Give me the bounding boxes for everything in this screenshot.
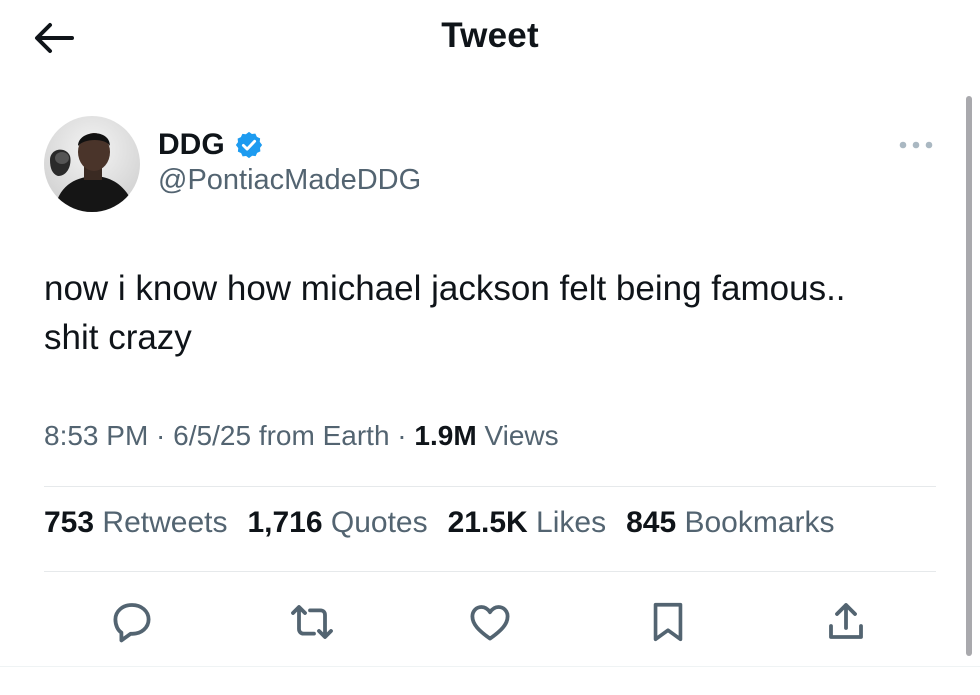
divider xyxy=(44,486,936,487)
author-handle[interactable]: @PontiacMadeDDG xyxy=(158,164,421,197)
bottom-divider xyxy=(0,666,980,667)
bookmarks-stat[interactable]: 845 Bookmarks xyxy=(626,506,834,540)
tweet-source: from Earth xyxy=(258,420,390,451)
top-bar: Tweet xyxy=(0,0,980,80)
stat-count: 1,716 xyxy=(247,506,323,539)
reply-button[interactable] xyxy=(104,594,160,650)
stat-count: 21.5K xyxy=(447,506,528,539)
views-label: Views xyxy=(484,420,559,451)
stat-label: Quotes xyxy=(330,506,428,539)
action-bar xyxy=(0,594,980,650)
avatar[interactable] xyxy=(44,116,140,212)
stat-label: Retweets xyxy=(102,506,228,539)
quotes-stat[interactable]: 1,716 Quotes xyxy=(247,506,427,540)
like-button[interactable] xyxy=(462,594,518,650)
page-title: Tweet xyxy=(441,16,539,55)
stat-label: Bookmarks xyxy=(684,506,835,539)
share-button[interactable] xyxy=(818,594,874,650)
verified-badge-icon xyxy=(234,130,264,160)
likes-stat[interactable]: 21.5K Likes xyxy=(448,506,606,540)
divider xyxy=(44,571,936,572)
bookmark-button[interactable] xyxy=(640,594,696,650)
tweet-metadata: 8:53 PM · 6/5/25 from Earth · 1.9M Views xyxy=(44,420,559,452)
tweet-time[interactable]: 8:53 PM xyxy=(44,420,148,451)
profile-photo xyxy=(44,116,140,212)
tweet-text: now i know how michael jackson felt bein… xyxy=(44,269,846,357)
scrollbar[interactable] xyxy=(966,96,972,656)
retweet-icon xyxy=(291,605,333,639)
author-display-name[interactable]: DDG xyxy=(158,128,225,162)
more-options-button[interactable] xyxy=(894,132,938,158)
stat-count: 753 xyxy=(44,506,95,539)
reply-icon xyxy=(113,603,151,643)
meta-separator: · xyxy=(148,420,174,451)
author-name-row[interactable]: DDG xyxy=(158,126,264,164)
share-icon xyxy=(829,603,863,639)
stat-label: Likes xyxy=(536,506,607,539)
bookmark-icon xyxy=(653,602,683,642)
like-heart-icon xyxy=(470,605,510,641)
meta-separator: · xyxy=(389,420,415,451)
retweets-stat[interactable]: 753 Retweets xyxy=(44,506,227,540)
engagement-stats: 753 Retweets 1,716 Quotes 21.5K Likes 84… xyxy=(44,506,855,540)
more-horizontal-icon xyxy=(899,141,933,149)
tweet-date[interactable]: 6/5/25 xyxy=(173,420,251,451)
views-count: 1.9M xyxy=(414,420,477,451)
stat-count: 845 xyxy=(626,506,677,539)
retweet-button[interactable] xyxy=(284,594,340,650)
